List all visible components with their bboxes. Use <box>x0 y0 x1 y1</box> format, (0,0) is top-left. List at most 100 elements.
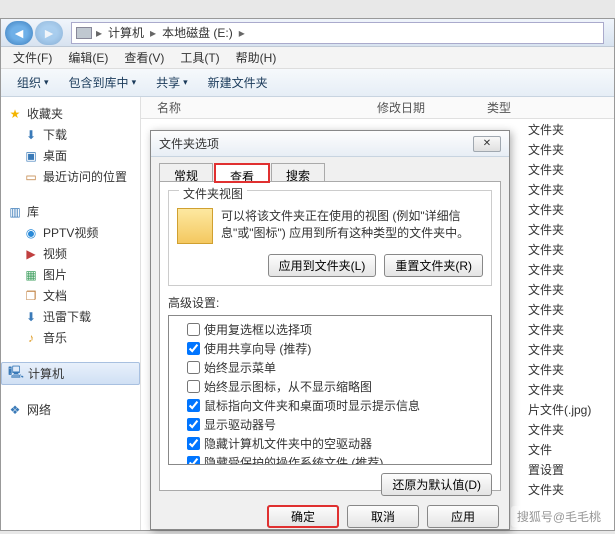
sidebar-item-label: 收藏夹 <box>27 105 63 122</box>
file-row[interactable]: 文件夹 <box>524 239 614 259</box>
sidebar-item-downloads[interactable]: ⬇下载 <box>1 124 140 145</box>
tree-item[interactable]: 显示驱动器号 <box>173 415 487 434</box>
file-row[interactable]: 文件夹 <box>524 139 614 159</box>
menu-view[interactable]: 查看(V) <box>116 49 172 66</box>
advanced-settings-tree[interactable]: 使用复选框以选择项 使用共享向导 (推荐) 始终显示菜单 始终显示图标，从不显示… <box>168 315 492 465</box>
tab-search[interactable]: 搜索 <box>271 163 325 181</box>
dialog-buttons: 确定 取消 应用 <box>151 499 509 534</box>
sidebar-item-label: 音乐 <box>43 329 67 346</box>
organize-button[interactable]: 组织 <box>7 69 59 96</box>
tree-item[interactable]: 始终显示菜单 <box>173 358 487 377</box>
sidebar-item-video[interactable]: ▶视频 <box>1 243 140 264</box>
file-row[interactable]: 文件夹 <box>524 279 614 299</box>
tab-general[interactable]: 常规 <box>159 163 213 181</box>
file-row[interactable]: 文件夹 <box>524 419 614 439</box>
sidebar-item-recent[interactable]: ▭最近访问的位置 <box>1 166 140 187</box>
menu-help[interactable]: 帮助(H) <box>228 49 285 66</box>
sidebar-libraries[interactable]: ▥库 <box>1 201 140 222</box>
tree-item[interactable]: 使用共享向导 (推荐) <box>173 339 487 358</box>
sidebar-item-pptv[interactable]: ◉PPTV视频 <box>1 222 140 243</box>
file-row[interactable]: 文件夹 <box>524 379 614 399</box>
file-row[interactable]: 文件夹 <box>524 119 614 139</box>
sidebar-computer[interactable]: 🖳计算机 <box>1 362 140 385</box>
sidebar-item-desktop[interactable]: ▣桌面 <box>1 145 140 166</box>
desktop-icon: ▣ <box>23 148 39 164</box>
file-row[interactable]: 文件夹 <box>524 299 614 319</box>
tree-item[interactable]: 使用复选框以选择项 <box>173 320 487 339</box>
apply-button[interactable]: 应用 <box>427 505 499 528</box>
file-row[interactable]: 文件夹 <box>524 359 614 379</box>
file-row[interactable]: 文件 <box>524 439 614 459</box>
sidebar-network[interactable]: ❖网络 <box>1 399 140 420</box>
reset-folders-button[interactable]: 重置文件夹(R) <box>384 254 483 277</box>
sidebar: ★收藏夹 ⬇下载 ▣桌面 ▭最近访问的位置 ▥库 ◉PPTV视频 ▶视频 ▦图片… <box>1 97 141 530</box>
menubar: 文件(F) 编辑(E) 查看(V) 工具(T) 帮助(H) <box>1 47 614 69</box>
pptv-icon: ◉ <box>23 225 39 241</box>
dialog-title: 文件夹选项 <box>159 135 219 152</box>
checkbox[interactable] <box>187 342 200 355</box>
xunlei-icon: ⬇ <box>23 309 39 325</box>
nav-forward-button[interactable]: ► <box>35 21 63 45</box>
dialog-tabs: 常规 查看 搜索 <box>151 157 509 181</box>
sidebar-item-label: 迅雷下载 <box>43 308 91 325</box>
include-library-button[interactable]: 包含到库中 <box>59 69 147 96</box>
group-title: 文件夹视图 <box>179 185 247 202</box>
titlebar: ◄ ► ▸ 计算机 ▸ 本地磁盘 (E:) ▸ <box>1 19 614 47</box>
file-row[interactable]: 文件夹 <box>524 179 614 199</box>
tree-item[interactable]: 隐藏计算机文件夹中的空驱动器 <box>173 434 487 453</box>
checkbox[interactable] <box>187 361 200 374</box>
picture-icon: ▦ <box>23 267 39 283</box>
sidebar-item-label: 图片 <box>43 266 67 283</box>
library-icon: ▥ <box>7 204 23 220</box>
share-button[interactable]: 共享 <box>146 69 198 96</box>
drive-icon <box>76 27 92 39</box>
sidebar-item-label: 文档 <box>43 287 67 304</box>
file-row[interactable]: 文件夹 <box>524 479 614 499</box>
menu-tools[interactable]: 工具(T) <box>172 49 227 66</box>
tree-item[interactable]: 始终显示图标，从不显示缩略图 <box>173 377 487 396</box>
nav-back-button[interactable]: ◄ <box>5 21 33 45</box>
sidebar-item-label: PPTV视频 <box>43 224 98 241</box>
col-type[interactable]: 类型 <box>487 99 561 116</box>
apply-to-folders-button[interactable]: 应用到文件夹(L) <box>268 254 377 277</box>
checkbox[interactable] <box>187 456 200 465</box>
breadcrumb-computer[interactable]: 计算机 <box>102 24 150 41</box>
breadcrumb-drive[interactable]: 本地磁盘 (E:) <box>156 24 239 41</box>
tab-view[interactable]: 查看 <box>215 164 269 182</box>
file-row[interactable]: 文件夹 <box>524 159 614 179</box>
restore-defaults-button[interactable]: 还原为默认值(D) <box>381 473 492 496</box>
file-row[interactable]: 置设置 <box>524 459 614 479</box>
sidebar-item-pictures[interactable]: ▦图片 <box>1 264 140 285</box>
new-folder-button[interactable]: 新建文件夹 <box>198 69 278 96</box>
file-row[interactable]: 文件夹 <box>524 219 614 239</box>
advanced-settings-label: 高级设置: <box>168 294 492 311</box>
menu-edit[interactable]: 编辑(E) <box>60 49 116 66</box>
address-bar[interactable]: ▸ 计算机 ▸ 本地磁盘 (E:) ▸ <box>71 22 604 44</box>
col-modified[interactable]: 修改日期 <box>377 99 487 116</box>
checkbox[interactable] <box>187 418 200 431</box>
cancel-button[interactable]: 取消 <box>347 505 419 528</box>
file-row[interactable]: 文件夹 <box>524 339 614 359</box>
sidebar-item-documents[interactable]: ❐文档 <box>1 285 140 306</box>
file-row[interactable]: 文件夹 <box>524 259 614 279</box>
sidebar-item-label: 最近访问的位置 <box>43 168 127 185</box>
tree-item[interactable]: 隐藏受保护的操作系统文件 (推荐) <box>173 453 487 465</box>
col-name[interactable]: 名称 <box>157 99 377 116</box>
checkbox[interactable] <box>187 380 200 393</box>
sidebar-favorites[interactable]: ★收藏夹 <box>1 103 140 124</box>
checkbox[interactable] <box>187 399 200 412</box>
checkbox[interactable] <box>187 323 200 336</box>
sidebar-item-xunlei[interactable]: ⬇迅雷下载 <box>1 306 140 327</box>
tree-item[interactable]: 鼠标指向文件夹和桌面项时显示提示信息 <box>173 396 487 415</box>
folder-view-group: 文件夹视图 可以将该文件夹正在使用的视图 (例如"详细信息"或"图标") 应用到… <box>168 190 492 286</box>
folder-options-dialog: 文件夹选项 ✕ 常规 查看 搜索 文件夹视图 可以将该文件夹正在使用的视图 (例… <box>150 130 510 530</box>
network-icon: ❖ <box>7 402 23 418</box>
ok-button[interactable]: 确定 <box>267 505 339 528</box>
sidebar-item-music[interactable]: ♪音乐 <box>1 327 140 348</box>
file-row[interactable]: 文件夹 <box>524 319 614 339</box>
menu-file[interactable]: 文件(F) <box>5 49 60 66</box>
checkbox[interactable] <box>187 437 200 450</box>
close-button[interactable]: ✕ <box>473 136 501 152</box>
file-row[interactable]: 文件夹 <box>524 199 614 219</box>
file-row[interactable]: 片文件(.jpg) <box>524 399 614 419</box>
